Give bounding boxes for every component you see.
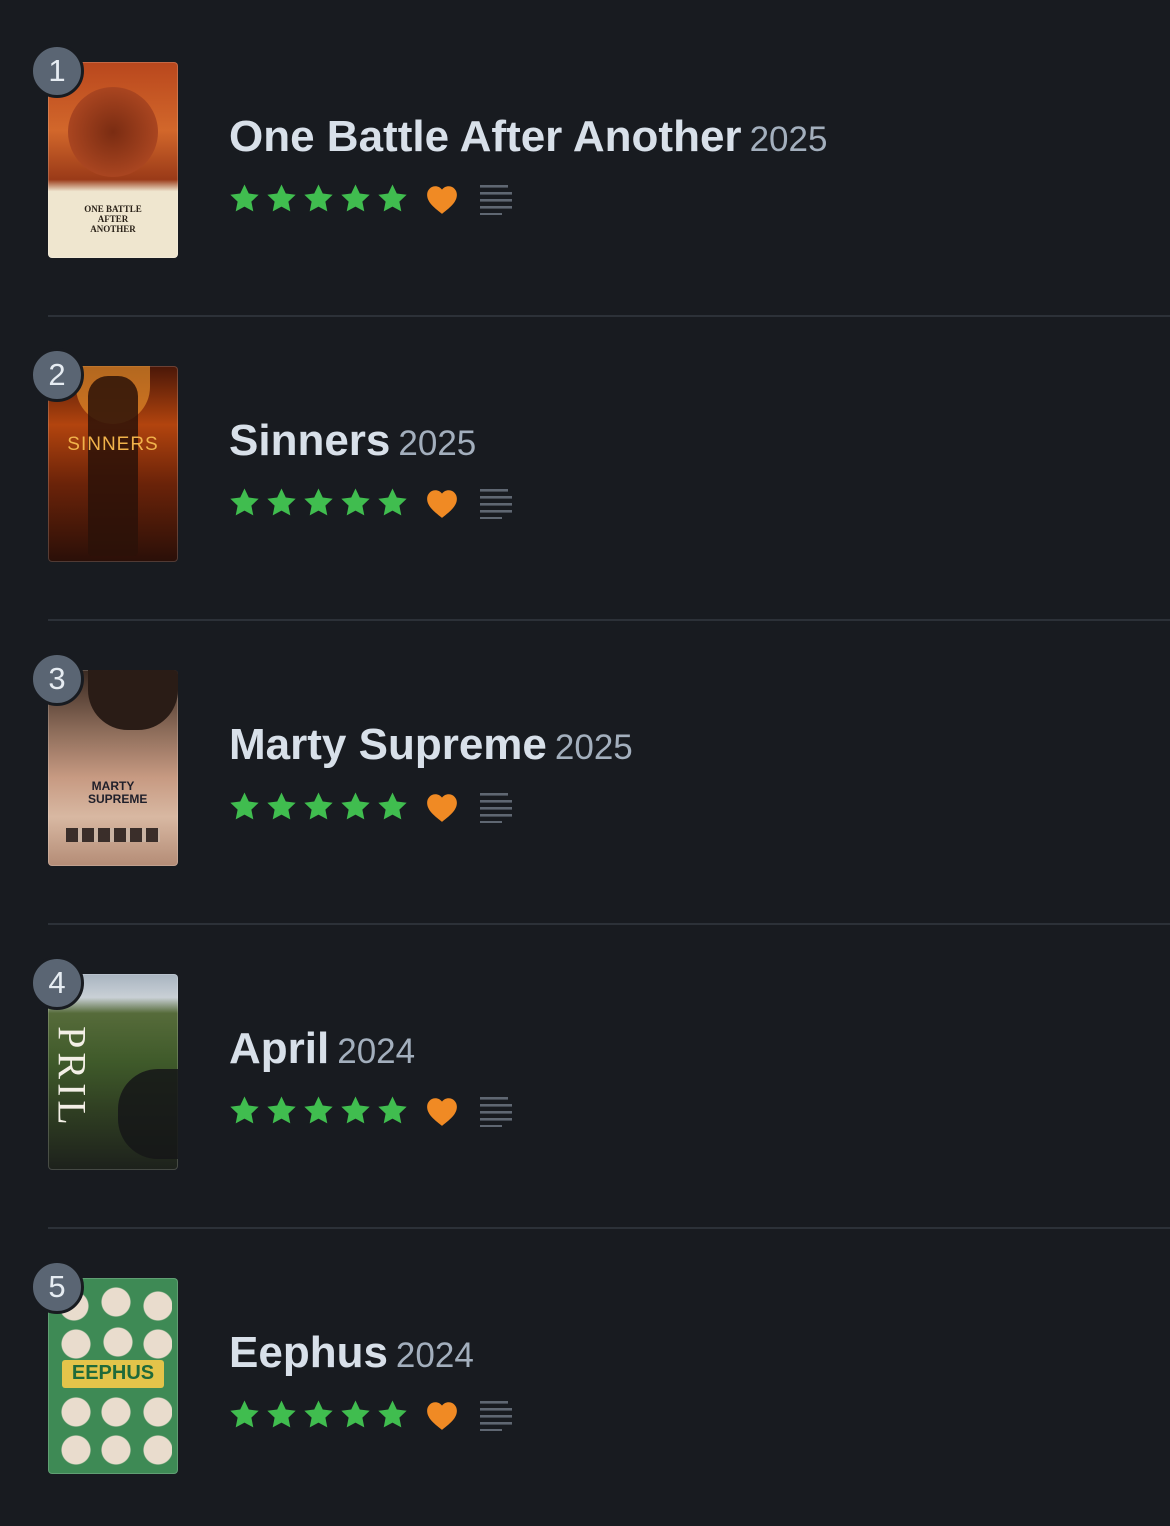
star-icon	[339, 1398, 372, 1431]
title-line: April 2024	[229, 1024, 415, 1074]
review-lines-icon	[480, 1097, 512, 1127]
star-icon	[376, 182, 409, 215]
film-title[interactable]: Eephus	[229, 1328, 388, 1377]
star-icon	[339, 1094, 372, 1127]
title-line: Marty Supreme 2025	[229, 720, 633, 770]
film-title[interactable]: Marty Supreme	[229, 720, 547, 769]
star-icon	[228, 182, 261, 215]
heart-icon	[427, 186, 457, 214]
star-icon	[228, 790, 261, 823]
list-item[interactable]: MARTY SUPREME 3 Marty Supreme 2025	[0, 608, 1170, 912]
poster-title: SINNERS	[67, 434, 159, 455]
star-icon	[339, 486, 372, 519]
heart-icon	[427, 1402, 457, 1430]
title-line: Sinners 2025	[229, 416, 476, 466]
film-title[interactable]: One Battle After Another	[229, 112, 742, 161]
film-year[interactable]: 2025	[398, 424, 476, 463]
star-icon	[302, 486, 335, 519]
star-icon	[265, 1398, 298, 1431]
review-lines-icon	[480, 793, 512, 823]
poster-title: EEPHUS	[71, 1362, 155, 1384]
poster-title: MARTY SUPREME	[88, 779, 148, 806]
rank-badge: 1	[30, 44, 84, 98]
review-lines-icon	[480, 1401, 512, 1431]
star-icon	[339, 182, 372, 215]
title-line: One Battle After Another 2025	[229, 112, 827, 162]
star-rating	[228, 790, 409, 823]
star-icon	[228, 1398, 261, 1431]
star-rating	[228, 1398, 409, 1431]
star-icon	[339, 790, 372, 823]
star-icon	[302, 182, 335, 215]
poster-title: ONE BATTLE AFTER ANOTHER	[84, 204, 142, 234]
star-icon	[302, 1094, 335, 1127]
rank-badge: 2	[30, 348, 84, 402]
star-rating	[228, 182, 409, 215]
star-icon	[376, 790, 409, 823]
rank-badge: 3	[30, 652, 84, 706]
review-lines-icon	[480, 489, 512, 519]
film-year[interactable]: 2024	[337, 1032, 415, 1071]
star-rating	[228, 1094, 409, 1127]
film-year[interactable]: 2024	[396, 1336, 474, 1375]
title-line: Eephus 2024	[229, 1328, 474, 1378]
heart-icon	[427, 490, 457, 518]
list-item[interactable]: SINNERS 2 Sinners 2025	[0, 304, 1170, 608]
star-icon	[376, 1398, 409, 1431]
star-icon	[376, 486, 409, 519]
star-icon	[376, 1094, 409, 1127]
film-year[interactable]: 2025	[555, 728, 633, 767]
film-title[interactable]: April	[229, 1024, 329, 1073]
star-icon	[265, 790, 298, 823]
star-icon	[265, 1094, 298, 1127]
list-item[interactable]: PRIL 4 April 2024	[0, 912, 1170, 1216]
heart-icon	[427, 1098, 457, 1126]
star-icon	[265, 486, 298, 519]
heart-icon	[427, 794, 457, 822]
star-rating	[228, 486, 409, 519]
poster-title: PRIL	[49, 1026, 95, 1129]
rank-badge: 4	[30, 956, 84, 1010]
star-icon	[302, 1398, 335, 1431]
list-item[interactable]: ONE BATTLE AFTER ANOTHER 1 One Battle Af…	[0, 0, 1170, 304]
rank-badge: 5	[30, 1260, 84, 1314]
star-icon	[228, 486, 261, 519]
star-icon	[265, 182, 298, 215]
film-year[interactable]: 2025	[750, 120, 828, 159]
list-item[interactable]: EEPHUS 5 Eephus 2024	[0, 1216, 1170, 1520]
star-icon	[302, 790, 335, 823]
film-title[interactable]: Sinners	[229, 416, 390, 465]
review-lines-icon	[480, 185, 512, 215]
star-icon	[228, 1094, 261, 1127]
